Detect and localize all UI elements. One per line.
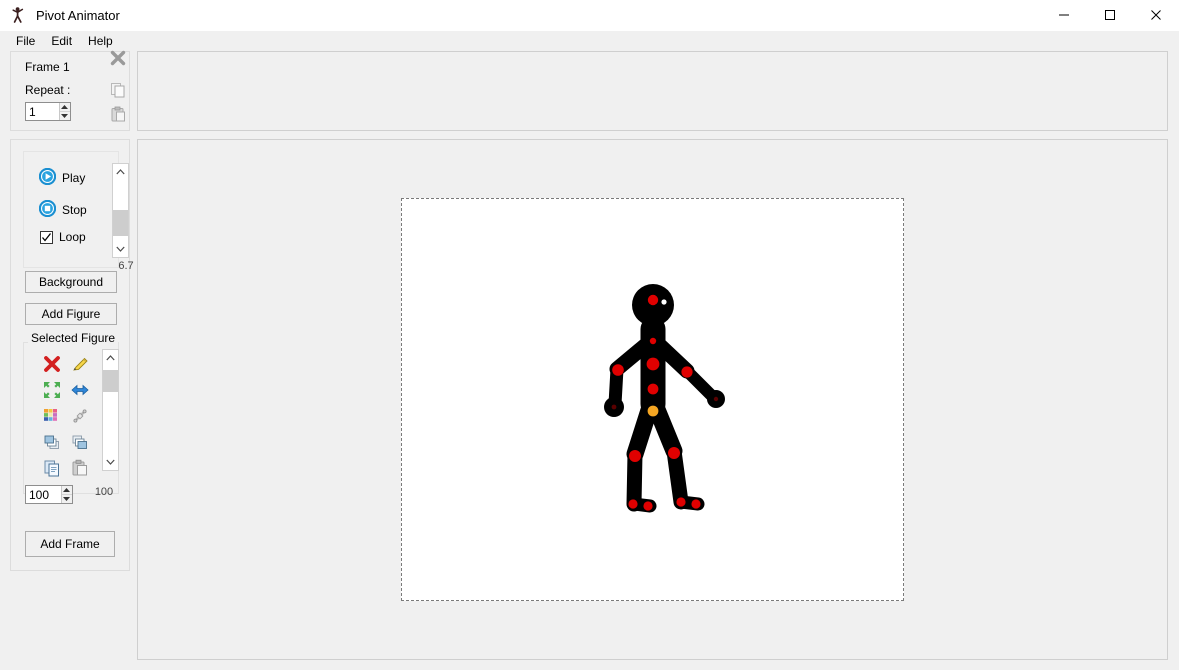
playback-group: Play Stop Loop 6.7: [23, 151, 134, 272]
bring-to-front-icon[interactable]: [38, 429, 66, 455]
frame-number-label: Frame 1: [25, 60, 70, 74]
tools-panel: Play Stop Loop 6.7 Background Add Figure…: [10, 139, 134, 571]
scrollbar-thumb[interactable]: [103, 370, 118, 392]
playback-speed-scrollbar[interactable]: [112, 163, 129, 258]
titlebar-left: Pivot Animator: [0, 6, 1041, 24]
resize-figure-icon[interactable]: [38, 377, 66, 403]
stop-button[interactable]: Stop: [38, 199, 87, 220]
paste-figure-icon[interactable]: [66, 455, 94, 481]
loop-checkbox-box[interactable]: [40, 230, 53, 244]
stick-figure[interactable]: [402, 199, 905, 602]
figure-scale-spin-down[interactable]: [62, 495, 72, 503]
figure-scale-stepper[interactable]: [25, 485, 73, 504]
close-icon[interactable]: [1133, 0, 1179, 31]
chevron-down-icon[interactable]: [112, 241, 129, 257]
figure-colour-icon[interactable]: [38, 403, 66, 429]
maximize-icon[interactable]: [1087, 0, 1133, 31]
window-titlebar: Pivot Animator: [0, 0, 1179, 31]
delete-x-icon[interactable]: [108, 48, 128, 68]
window-title: Pivot Animator: [36, 7, 120, 23]
loop-checkbox[interactable]: Loop: [40, 230, 86, 244]
figure-scale-scrollbar[interactable]: [102, 349, 119, 471]
stop-circle-icon: [38, 199, 57, 220]
background-button[interactable]: Background: [25, 271, 117, 293]
figure-scale-scroll-value: 100: [94, 486, 114, 498]
figure-scale-spin-arrows[interactable]: [60, 486, 72, 503]
add-frame-button[interactable]: Add Frame: [25, 531, 115, 557]
chevron-down-icon[interactable]: [102, 454, 119, 470]
figure-scale-input[interactable]: [26, 486, 61, 503]
scrollbar-thumb[interactable]: [113, 209, 128, 236]
edit-figure-icon[interactable]: [66, 351, 94, 377]
play-label: Play: [62, 171, 86, 185]
chevron-up-icon[interactable]: [102, 350, 119, 366]
play-circle-icon: [38, 167, 57, 188]
canvas-panel: [137, 139, 1168, 660]
play-button[interactable]: Play: [38, 167, 86, 188]
selected-figure-title: Selected Figure: [28, 331, 119, 345]
add-figure-button[interactable]: Add Figure: [25, 303, 117, 325]
repeat-label: Repeat :: [25, 83, 71, 97]
link-figure-icon[interactable]: [66, 403, 94, 429]
checkmark-icon: [42, 232, 52, 242]
figure-scale-spin-up[interactable]: [61, 486, 72, 495]
flip-figure-icon[interactable]: [66, 377, 94, 403]
frames-timeline-strip[interactable]: [137, 51, 1168, 131]
copy-figure-icon[interactable]: [38, 455, 66, 481]
menubar: File Edit Help: [0, 31, 1179, 51]
frame-panel: Frame 1 Repeat :: [10, 48, 130, 131]
paste-icon[interactable]: [108, 104, 128, 124]
delete-figure-icon[interactable]: [38, 351, 66, 377]
selected-figure-icon-grid: [38, 351, 94, 481]
animation-canvas[interactable]: [401, 198, 904, 601]
stop-label: Stop: [62, 203, 87, 217]
copy-icon[interactable]: [108, 80, 128, 100]
send-to-back-icon[interactable]: [66, 429, 94, 455]
repeat-spin-arrows[interactable]: [58, 103, 70, 120]
loop-label: Loop: [59, 230, 86, 244]
repeat-stepper[interactable]: [25, 102, 71, 121]
menu-edit[interactable]: Edit: [43, 32, 80, 50]
chevron-up-icon[interactable]: [112, 164, 129, 180]
menu-file[interactable]: File: [8, 32, 43, 50]
selected-figure-group: [23, 342, 119, 494]
repeat-spin-down[interactable]: [60, 112, 70, 120]
minimize-icon[interactable]: [1041, 0, 1087, 31]
repeat-spin-up[interactable]: [59, 103, 70, 112]
stick-figure-icon: [10, 6, 28, 24]
repeat-input[interactable]: [26, 103, 59, 120]
window-controls: [1041, 0, 1179, 31]
